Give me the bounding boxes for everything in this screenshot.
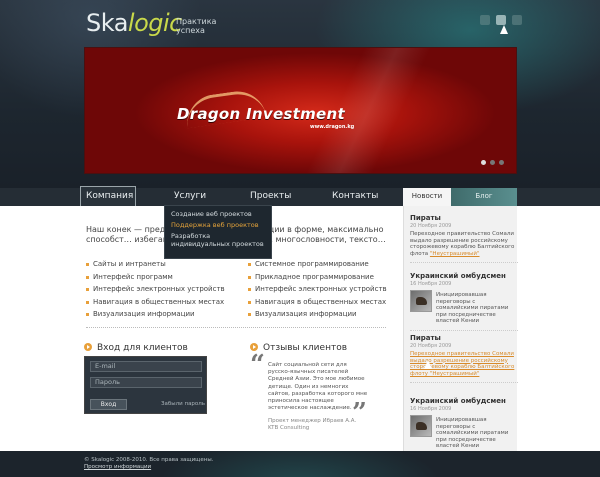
list-item: Прикладное программирование <box>248 271 393 284</box>
arrow-icon <box>84 343 92 351</box>
services-list-right: Системное программирование Прикладное пр… <box>248 258 393 321</box>
list-item: Интерфейс электронных устройств <box>248 283 393 296</box>
news-title[interactable]: Пираты <box>410 214 518 222</box>
home-icon[interactable] <box>480 15 490 25</box>
news-date: 20 Ноября 2009 <box>410 223 452 229</box>
quote-open-icon: “ <box>250 350 265 380</box>
services-dropdown: Создание веб проектов Поддержка веб прое… <box>164 205 272 259</box>
forgot-password-link[interactable]: Забыли пароль <box>161 401 205 407</box>
news-date: 20 Ноября 2009 <box>410 343 452 349</box>
logo-accent: logic <box>127 9 182 37</box>
main-nav: Компания Услуги Проекты Контакты <box>84 188 401 206</box>
banner-dot[interactable] <box>481 160 486 165</box>
sidebar-tabs: Новости Блог <box>403 188 517 206</box>
list-item: Интерфейс программ <box>86 271 231 284</box>
news-title[interactable]: Украинский омбудсмен <box>410 272 518 280</box>
news-item: Пираты 20 Ноября 2009 Переходное правите… <box>410 214 518 264</box>
reviews-title-text: Отзывы клиентов <box>263 343 348 353</box>
footer-link[interactable]: Просмотр информации <box>84 464 213 471</box>
review-author: Проект менеджер Ибраев А.А. KTB Consulti… <box>268 418 357 431</box>
divider <box>410 262 518 264</box>
dropdown-item-support[interactable]: Поддержка веб проектов <box>171 221 265 229</box>
footer: © Skalogic 2008-2010. Все права защищены… <box>0 451 600 477</box>
dropdown-item-create[interactable]: Создание веб проектов <box>171 210 265 218</box>
login-form: E-mail Пароль Вход Забыли пароль <box>84 356 207 414</box>
list-item: Визуализация информации <box>86 308 231 321</box>
tab-blog[interactable]: Блог <box>451 188 517 206</box>
banner[interactable]: Dragon Investment www.dragon.kg <box>84 47 517 174</box>
list-item: Сайты и интранеты <box>86 258 231 271</box>
services-list-left: Сайты и интранеты Интерфейс программ Инт… <box>86 258 231 321</box>
news-text: Инициировавшая переговоры с сомалийскими… <box>436 417 509 450</box>
password-field[interactable]: Пароль <box>90 377 202 388</box>
site-logo[interactable]: Skalogic <box>86 9 182 37</box>
sitemap-icon[interactable] <box>496 15 506 25</box>
list-item: Визуализация информации <box>248 308 393 321</box>
login-title-text: Вход для клиентов <box>97 343 188 353</box>
divider <box>410 329 518 331</box>
login-button[interactable]: Вход <box>90 399 127 410</box>
nav-item-company[interactable]: Компания <box>86 188 133 206</box>
news-thumbnail[interactable] <box>410 290 432 312</box>
news-date: 16 Ноября 2009 <box>410 281 452 287</box>
banner-pagination <box>481 160 504 165</box>
news-item: Пираты 20 Ноября 2009 Переходное правите… <box>410 334 518 384</box>
banner-url: www.dragon.kg <box>310 124 355 130</box>
divider <box>410 382 518 384</box>
tab-news[interactable]: Новости <box>403 188 451 206</box>
list-item: Навигация в общественных местах <box>248 296 393 309</box>
news-thumbnail[interactable] <box>410 415 432 437</box>
news-title[interactable]: Пираты <box>410 334 518 342</box>
news-row: Инициировавшая переговоры с сомалийскими… <box>410 415 518 450</box>
login-title: Вход для клиентов <box>84 343 188 353</box>
mail-icon[interactable] <box>512 15 522 25</box>
nav-item-services[interactable]: Услуги <box>174 188 206 206</box>
news-item: Украинский омбудсмен 16 Ноября 2009 Иниц… <box>410 397 518 450</box>
email-field[interactable]: E-mail <box>90 361 202 372</box>
news-title[interactable]: Украинский омбудсмен <box>410 397 518 405</box>
nav-item-contacts[interactable]: Контакты <box>332 188 378 206</box>
dropdown-item-custom[interactable]: Разработка индивидуальных проектов <box>171 232 265 248</box>
list-item: Навигация в общественных местах <box>86 296 231 309</box>
banner-dot[interactable] <box>490 160 495 165</box>
news-item: Украинский омбудсмен 16 Ноября 2009 Иниц… <box>410 272 518 331</box>
banner-dot[interactable] <box>499 160 504 165</box>
copyright: © Skalogic 2008-2010. Все права защищены… <box>84 457 214 463</box>
footer-text: © Skalogic 2008-2010. Все права защищены… <box>84 457 213 471</box>
news-link[interactable]: "Неустрашимый" <box>430 251 480 257</box>
logo-main: Ska <box>86 9 128 37</box>
mouse-cursor-icon <box>500 25 508 34</box>
news-date: 16 Ноября 2009 <box>410 406 452 412</box>
news-text: Инициировавшая переговоры с сомалийскими… <box>436 292 509 325</box>
divider <box>86 327 386 328</box>
header-icons <box>480 15 522 25</box>
mouse-cursor-icon <box>424 360 432 369</box>
list-item: Интерфейс электронных устройств <box>86 283 231 296</box>
news-text: Переходное правительство Сомали выдало р… <box>410 231 518 257</box>
banner-brand: Dragon Investment <box>177 105 345 123</box>
list-item: Системное программирование <box>248 258 393 271</box>
tagline: Практика успеха <box>176 17 217 35</box>
nav-item-projects[interactable]: Проекты <box>250 188 291 206</box>
news-row: Инициировавшая переговоры с сомалийскими… <box>410 290 518 325</box>
